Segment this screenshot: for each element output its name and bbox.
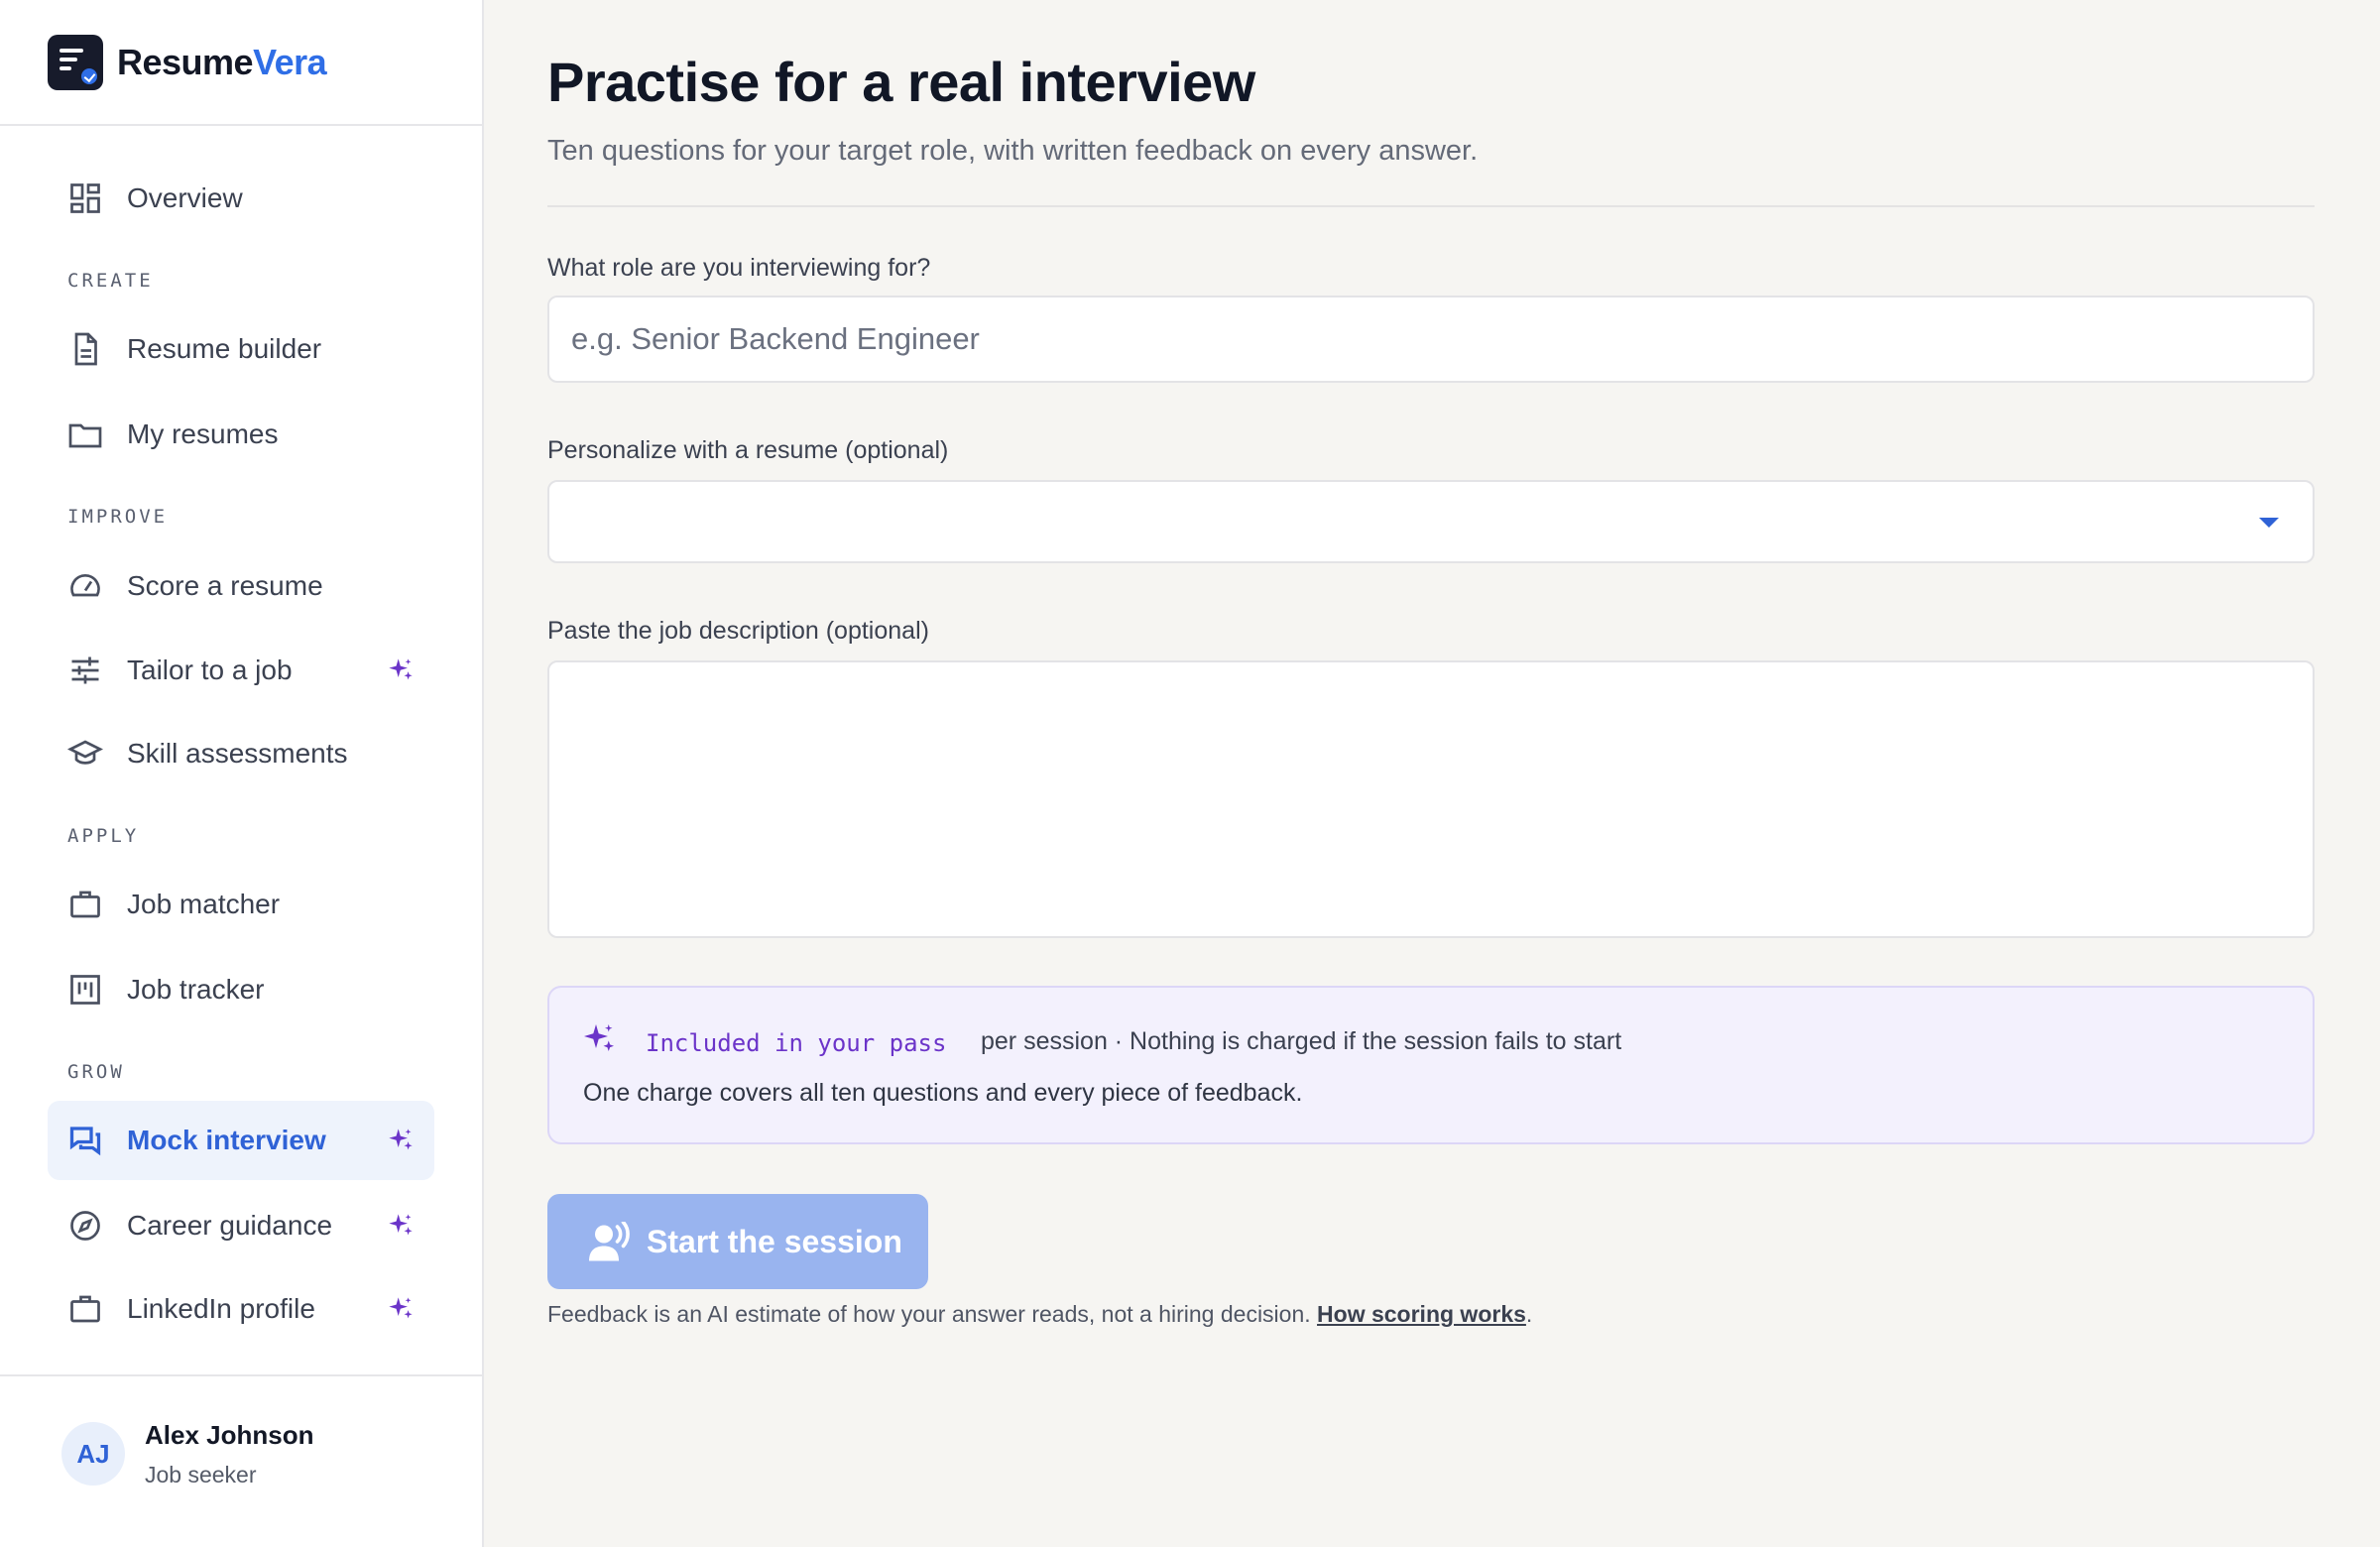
divider	[547, 205, 2315, 207]
sidebar-item-label: Tailor to a job	[127, 654, 293, 685]
briefcase-icon	[70, 891, 100, 918]
jd-field-label: Paste the job description (optional)	[547, 617, 929, 645]
sidebar-item-overview[interactable]: Overview	[48, 159, 434, 238]
sidebar-item-linkedin-profile[interactable]: LinkedIn profile	[48, 1269, 434, 1349]
sidebar-item-score-resume[interactable]: Score a resume	[48, 546, 434, 626]
graduation-cap-icon	[67, 740, 103, 765]
resume-select[interactable]	[547, 480, 2315, 563]
sidebar-item-career-guidance[interactable]: Career guidance	[48, 1186, 434, 1265]
sparkle-icon	[387, 1127, 415, 1154]
folder-icon	[68, 423, 102, 448]
brand-name: ResumeVera	[117, 41, 327, 82]
sidebar-item-my-resumes[interactable]: My resumes	[48, 395, 434, 474]
sidebar-item-tailor-job[interactable]: Tailor to a job	[48, 631, 434, 710]
sidebar-item-job-tracker[interactable]: Job tracker	[48, 950, 434, 1029]
sidebar-item-skill-assessments[interactable]: Skill assessments	[48, 714, 434, 793]
section-label-grow: GROW	[67, 1061, 125, 1083]
dashboard-icon	[70, 183, 100, 213]
user-card[interactable]: AJ Alex Johnson Job seeker	[0, 1374, 482, 1547]
sidebar: ResumeVera Overview CREATE Resume builde…	[0, 0, 484, 1547]
start-session-button[interactable]: Start the session	[547, 1194, 928, 1289]
sidebar-item-label: Overview	[127, 182, 243, 213]
sidebar-item-label: Score a resume	[127, 570, 323, 601]
pricing-info-box: Included in your pass per session · Noth…	[547, 986, 2315, 1144]
per-session-text: per session · Nothing is charged if the …	[981, 1027, 1622, 1055]
sidebar-item-mock-interview[interactable]: Mock interview	[48, 1101, 434, 1180]
sidebar-item-label: My resumes	[127, 418, 279, 449]
sidebar-item-label: Job matcher	[127, 889, 281, 919]
sidebar-item-label: Resume builder	[127, 333, 322, 364]
role-field-label: What role are you interviewing for?	[547, 254, 931, 282]
user-name: Alex Johnson	[145, 1420, 314, 1450]
section-label-create: CREATE	[67, 270, 154, 292]
pass-label: Included in your pass	[646, 1029, 947, 1057]
page-subtitle: Ten questions for your target role, with…	[547, 135, 1479, 167]
sliders-icon	[71, 656, 99, 684]
brand[interactable]: ResumeVera	[0, 0, 482, 126]
resume-field-label: Personalize with a resume (optional)	[547, 436, 949, 464]
section-label-apply: APPLY	[67, 825, 140, 847]
sidebar-item-label: Mock interview	[127, 1125, 326, 1155]
charge-note: One charge covers all ten questions and …	[583, 1079, 1303, 1107]
user-role: Job seeker	[145, 1462, 257, 1488]
page-title: Practise for a real interview	[547, 51, 1255, 113]
chat-bubbles-icon	[69, 1127, 101, 1156]
document-icon	[74, 332, 97, 366]
start-session-label: Start the session	[647, 1224, 902, 1259]
sidebar-item-resume-builder[interactable]: Resume builder	[48, 309, 434, 389]
sparkle-icon	[387, 1212, 415, 1240]
section-label-improve: IMPROVE	[67, 506, 169, 528]
disclaimer: Feedback is an AI estimate of how your a…	[547, 1301, 1532, 1328]
role-input[interactable]	[547, 296, 2315, 383]
kanban-icon	[70, 975, 100, 1005]
disclaimer-end: .	[1525, 1301, 1533, 1327]
job-description-textarea[interactable]	[547, 660, 2315, 938]
sidebar-item-label: Job tracker	[127, 974, 265, 1005]
compass-icon	[70, 1211, 100, 1241]
sparkle-icon	[387, 1295, 415, 1323]
sidebar-item-label: Skill assessments	[127, 738, 348, 769]
sidebar-item-job-matcher[interactable]: Job matcher	[48, 865, 434, 944]
person-speaking-icon	[589, 1222, 630, 1261]
avatar: AJ	[61, 1422, 125, 1486]
disclaimer-text: Feedback is an AI estimate of how your a…	[547, 1301, 1318, 1327]
chevron-down-icon	[2259, 518, 2279, 528]
gauge-icon	[70, 574, 100, 597]
sidebar-item-label: LinkedIn profile	[127, 1293, 315, 1324]
sparkle-icon	[387, 656, 415, 684]
how-scoring-works-link[interactable]: How scoring works	[1317, 1301, 1526, 1327]
briefcase-icon	[70, 1295, 100, 1323]
logo-icon	[48, 34, 103, 90]
sidebar-item-label: Career guidance	[127, 1210, 333, 1241]
sparkle-icon	[581, 1021, 617, 1057]
